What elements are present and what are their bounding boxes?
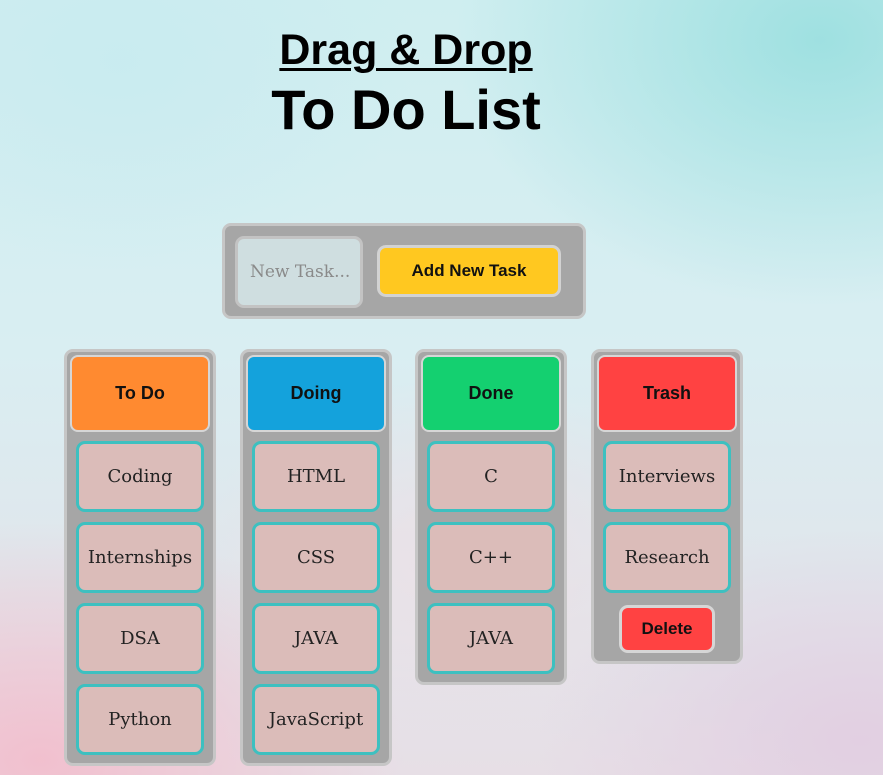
task-card[interactable]: JAVA: [427, 603, 555, 674]
column-done[interactable]: Done C C++ JAVA: [415, 349, 567, 685]
task-card[interactable]: Internships: [76, 522, 204, 593]
card-list-to-do: Coding Internships DSA Python: [70, 441, 210, 755]
task-card[interactable]: CSS: [252, 522, 380, 593]
card-list-trash: Interviews Research: [597, 441, 737, 593]
column-doing[interactable]: Doing HTML CSS JAVA JavaScript: [240, 349, 392, 766]
task-card[interactable]: DSA: [76, 603, 204, 674]
task-card[interactable]: Interviews: [603, 441, 731, 512]
card-list-done: C C++ JAVA: [421, 441, 561, 674]
title-to-do-list: To Do List: [271, 78, 541, 141]
task-card[interactable]: HTML: [252, 441, 380, 512]
delete-button[interactable]: Delete: [619, 605, 715, 653]
task-card[interactable]: JAVA: [252, 603, 380, 674]
task-card[interactable]: Coding: [76, 441, 204, 512]
task-card[interactable]: C: [427, 441, 555, 512]
column-header-trash: Trash: [597, 355, 737, 432]
add-new-task-button[interactable]: Add New Task: [377, 245, 561, 297]
card-list-doing: HTML CSS JAVA JavaScript: [246, 441, 386, 755]
new-task-input[interactable]: [235, 236, 363, 308]
task-card[interactable]: JavaScript: [252, 684, 380, 755]
task-card[interactable]: Research: [603, 522, 731, 593]
task-card[interactable]: Python: [76, 684, 204, 755]
column-header-done: Done: [421, 355, 561, 432]
add-task-panel: Add New Task: [222, 223, 586, 319]
column-header-doing: Doing: [246, 355, 386, 432]
title-drag-drop: Drag & Drop: [279, 26, 533, 74]
column-trash[interactable]: Trash Interviews Research Delete: [591, 349, 743, 664]
column-header-to-do: To Do: [70, 355, 210, 432]
task-card[interactable]: C++: [427, 522, 555, 593]
column-to-do[interactable]: To Do Coding Internships DSA Python: [64, 349, 216, 766]
page-title: Drag & Drop To Do List: [206, 24, 606, 142]
